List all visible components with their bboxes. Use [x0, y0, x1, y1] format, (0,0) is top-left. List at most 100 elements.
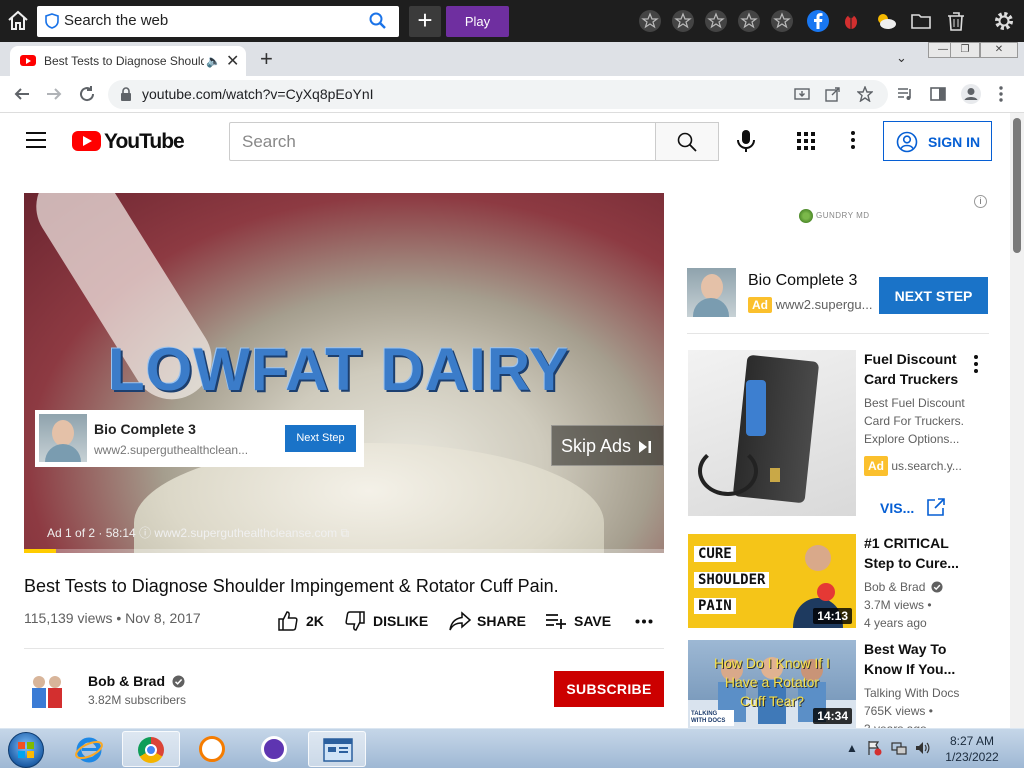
- star-icon[interactable]: [770, 9, 794, 33]
- visit-button[interactable]: VIS...: [866, 492, 956, 522]
- promo-description: Best Fuel Discount Card For Truckers. Ex…: [864, 394, 965, 448]
- tab-youtube[interactable]: Best Tests to Diagnose Should 🔈 ✕: [10, 46, 246, 76]
- trash-icon[interactable]: [944, 9, 968, 33]
- back-arrow-icon[interactable]: [12, 84, 32, 104]
- video-thumbnail[interactable]: How Do I Know If I Have a Rotator Cuff T…: [688, 640, 856, 728]
- browser-menu-icon[interactable]: [998, 85, 1004, 103]
- folder-icon[interactable]: [909, 9, 933, 33]
- video-title-line: Step to Cure...: [864, 555, 959, 571]
- search-icon[interactable]: [369, 12, 387, 30]
- skip-ads-button[interactable]: Skip Ads: [551, 425, 664, 466]
- video-title-line: #1 CRITICAL: [864, 535, 949, 551]
- youtube-search-input[interactable]: [230, 123, 630, 160]
- sidebar-next-step-button[interactable]: NEXT STEP: [879, 277, 988, 314]
- chrome-taskbar-icon[interactable]: [122, 731, 180, 767]
- internet-explorer-icon: [75, 737, 103, 763]
- control-panel-taskbar-icon[interactable]: [308, 731, 366, 767]
- facebook-icon[interactable]: [806, 9, 830, 33]
- clock-app-taskbar-icon[interactable]: [184, 731, 242, 767]
- omnibox[interactable]: youtube.com/watch?v=CyXq8pEoYnI: [108, 80, 888, 109]
- window-close-button[interactable]: ✕: [980, 42, 1018, 58]
- video-thumbnail[interactable]: CURE SHOULDER PAIN 14:13: [688, 534, 856, 628]
- gundry-logo-icon: [799, 209, 813, 223]
- video-meta: Bob & Brad 3.7M views • 4 years ago: [864, 578, 943, 632]
- promo-thumbnail[interactable]: [688, 350, 856, 516]
- promo-desc-line: Best Fuel Discount: [864, 396, 965, 410]
- promo-title[interactable]: Fuel Discount Card Truckers: [864, 349, 958, 389]
- video-age: 3 years ago: [864, 720, 959, 728]
- clock-time: 8:27 AM: [949, 734, 995, 748]
- bookmark-star-icon[interactable]: [857, 86, 873, 102]
- video-channel[interactable]: Bob & Brad: [864, 578, 943, 596]
- ad-info-text: Ad 1 of 2 · 58:14 ⓘ www2.superguthealthc…: [47, 526, 350, 540]
- hamburger-menu-icon[interactable]: [26, 132, 46, 148]
- video-player[interactable]: LOWFAT DAIRY Bio Complete 3 www2.supergu…: [24, 193, 664, 553]
- subscribe-button[interactable]: SUBSCRIBE: [554, 671, 664, 707]
- promo-url-line: Ad us.search.y...: [864, 456, 962, 476]
- youtube-search-box: [229, 122, 656, 161]
- settings-kebab-icon[interactable]: [851, 131, 857, 152]
- share-page-icon[interactable]: [825, 86, 841, 102]
- profile-avatar-icon[interactable]: [960, 83, 982, 105]
- youtube-search-button[interactable]: [655, 122, 719, 161]
- divider: [687, 333, 989, 334]
- media-controls-icon[interactable]: [896, 85, 914, 103]
- search-icon: [677, 132, 697, 152]
- app-taskbar-icon[interactable]: [246, 731, 304, 767]
- thumb-text: CURE: [694, 546, 736, 562]
- next-step-button[interactable]: Next Step: [285, 425, 356, 452]
- address-bar: youtube.com/watch?v=CyXq8pEoYnI: [0, 76, 1024, 113]
- add-button[interactable]: +: [409, 6, 441, 37]
- play-button[interactable]: Play: [446, 6, 509, 37]
- gear-icon[interactable]: [992, 9, 1016, 33]
- reload-icon[interactable]: [77, 84, 97, 104]
- channel-name[interactable]: Bob & Brad: [88, 673, 185, 689]
- star-icon[interactable]: [704, 9, 728, 33]
- promo-menu-icon[interactable]: [974, 355, 980, 376]
- start-button[interactable]: [8, 732, 44, 768]
- thumb-text: Have a Rotator: [724, 674, 820, 690]
- home-icon[interactable]: [6, 9, 30, 33]
- star-icon[interactable]: [671, 9, 695, 33]
- flag-alert-icon[interactable]: [866, 740, 882, 756]
- more-actions-icon[interactable]: [635, 619, 653, 624]
- close-tab-icon[interactable]: ✕: [226, 51, 239, 71]
- ad-info-icon[interactable]: i: [974, 195, 987, 208]
- video-channel[interactable]: Talking With Docs: [864, 684, 959, 702]
- microphone-icon[interactable]: [735, 129, 757, 153]
- forward-arrow-icon[interactable]: [44, 84, 64, 104]
- web-search-box[interactable]: Search the web: [37, 6, 399, 37]
- network-icon[interactable]: [891, 740, 907, 756]
- tab-title: Best Tests to Diagnose Should: [44, 54, 204, 68]
- bug-icon[interactable]: [839, 9, 863, 33]
- scrollbar-thumb[interactable]: [1013, 118, 1021, 253]
- lock-icon[interactable]: [120, 87, 132, 101]
- speaker-icon[interactable]: 🔈: [206, 54, 221, 68]
- apps-grid-icon[interactable]: [797, 132, 815, 150]
- video-title-link[interactable]: Best Way To Know If You...: [864, 639, 955, 679]
- share-label: SHARE: [477, 613, 527, 629]
- dislike-label: DISLIKE: [373, 613, 429, 629]
- show-hidden-icons-icon[interactable]: ▲: [846, 741, 858, 755]
- sign-in-button[interactable]: SIGN IN: [883, 121, 992, 161]
- install-icon[interactable]: [794, 86, 810, 102]
- tab-search-chevron-icon[interactable]: ⌄: [896, 50, 907, 66]
- video-meta: Talking With Docs 765K views • 3 years a…: [864, 684, 959, 728]
- system-clock[interactable]: 8:27 AM 1/23/2022: [934, 733, 1010, 765]
- star-icon[interactable]: [737, 9, 761, 33]
- internet-explorer-taskbar-icon[interactable]: [60, 731, 118, 767]
- volume-icon[interactable]: [914, 740, 930, 756]
- weather-icon[interactable]: [874, 9, 898, 33]
- maximize-button[interactable]: ❐: [950, 42, 980, 58]
- channel-avatar[interactable]: [24, 668, 72, 716]
- skip-next-icon: [639, 441, 651, 453]
- video-title-link[interactable]: #1 CRITICAL Step to Cure...: [864, 533, 959, 573]
- player-progress-bar[interactable]: [24, 549, 664, 553]
- new-tab-button[interactable]: +: [260, 46, 273, 72]
- side-panel-icon[interactable]: [929, 85, 947, 103]
- youtube-wordmark: YouTube: [104, 130, 185, 153]
- promo-desc-line: Card For Truckers.: [864, 414, 965, 428]
- star-icon[interactable]: [638, 9, 662, 33]
- player-ad-card[interactable]: Bio Complete 3 www2.superguthealthclean.…: [35, 410, 364, 467]
- sidebar-banner-ad[interactable]: GUNDRY MD i: [687, 193, 989, 243]
